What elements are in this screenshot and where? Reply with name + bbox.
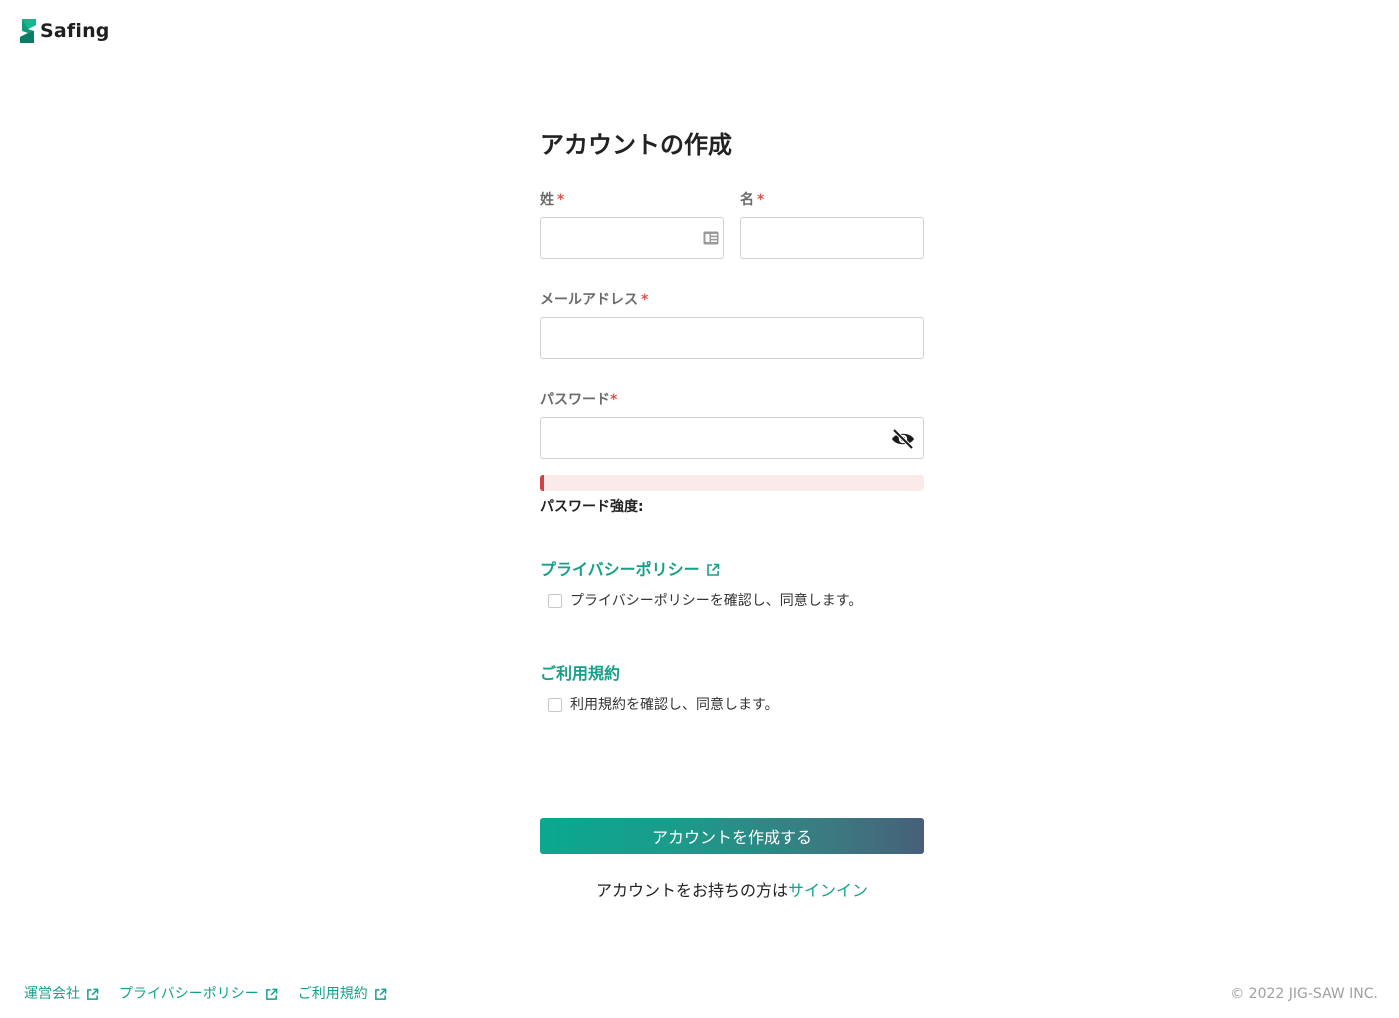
signup-form: アカウントの作成 姓 * 名 * メールアドレス * パスワード* パスワード強… bbox=[540, 128, 924, 715]
contact-card-icon[interactable] bbox=[703, 231, 719, 245]
privacy-consent-label[interactable]: プライバシーポリシーを確認し、同意します。 bbox=[570, 591, 862, 611]
external-link-icon bbox=[374, 988, 387, 1000]
footer-link-privacy[interactable]: プライバシーポリシー bbox=[119, 984, 278, 1004]
name-row: 姓 * 名 * bbox=[540, 190, 924, 259]
copyright: © 2022 JIG-SAW INC. bbox=[1230, 986, 1378, 1002]
terms-consent-label[interactable]: 利用規約を確認し、同意します。 bbox=[570, 695, 779, 715]
required-mark: * bbox=[557, 192, 565, 208]
required-mark: * bbox=[610, 392, 618, 408]
terms-consent: 利用規約を確認し、同意します。 bbox=[548, 695, 924, 715]
last-name-label: 姓 * bbox=[540, 192, 565, 208]
email-field[interactable] bbox=[540, 317, 924, 359]
password-group: パスワード* パスワード強度: bbox=[540, 390, 924, 517]
footer-link-company[interactable]: 運営会社 bbox=[24, 984, 99, 1004]
external-link-icon bbox=[706, 563, 719, 576]
password-field[interactable] bbox=[540, 417, 924, 459]
brand-name[interactable]: Safing bbox=[40, 20, 110, 42]
first-name-label: 名 * bbox=[740, 192, 765, 208]
safing-logo-icon[interactable] bbox=[20, 19, 36, 43]
last-name-input[interactable] bbox=[540, 217, 724, 259]
password-strength-label: パスワード強度: bbox=[540, 499, 644, 515]
page-title: アカウントの作成 bbox=[540, 131, 732, 159]
footer-links: 運営会社 プライバシーポリシー ご利用規約 bbox=[24, 984, 407, 1004]
external-link-icon bbox=[87, 988, 99, 1000]
terms-link[interactable]: ご利用規約 bbox=[540, 663, 924, 685]
password-label: パスワード* bbox=[540, 392, 618, 408]
footer-link-terms[interactable]: ご利用規約 bbox=[298, 984, 387, 1004]
first-name-group: 名 * bbox=[740, 190, 924, 259]
privacy-section: プライバシーポリシー プライバシーポリシーを確認し、同意します。 bbox=[540, 559, 924, 611]
last-name-group: 姓 * bbox=[540, 190, 724, 259]
terms-section: ご利用規約 利用規約を確認し、同意します。 bbox=[540, 663, 924, 715]
terms-consent-checkbox[interactable] bbox=[548, 698, 562, 712]
external-link-icon bbox=[265, 988, 278, 1000]
signin-link[interactable]: サインイン bbox=[788, 881, 868, 900]
required-mark: * bbox=[757, 192, 765, 208]
email-label: メールアドレス * bbox=[540, 292, 649, 308]
signin-prompt: アカウントをお持ちの方はサインイン bbox=[540, 880, 924, 902]
privacy-policy-link-label: プライバシーポリシー bbox=[540, 560, 700, 579]
privacy-consent-checkbox[interactable] bbox=[548, 594, 562, 608]
password-strength-fill bbox=[540, 475, 544, 491]
eye-off-icon[interactable] bbox=[891, 429, 915, 449]
first-name-input[interactable] bbox=[740, 217, 924, 259]
privacy-policy-link[interactable]: プライバシーポリシー bbox=[540, 559, 924, 581]
password-strength-bar bbox=[540, 475, 924, 491]
required-mark: * bbox=[641, 292, 649, 308]
header: Safing bbox=[20, 19, 110, 43]
create-account-button[interactable]: アカウントを作成する bbox=[540, 818, 924, 854]
signin-prompt-text: アカウントをお持ちの方は bbox=[595, 881, 788, 900]
email-group: メールアドレス * bbox=[540, 290, 924, 359]
privacy-consent: プライバシーポリシーを確認し、同意します。 bbox=[548, 591, 924, 611]
